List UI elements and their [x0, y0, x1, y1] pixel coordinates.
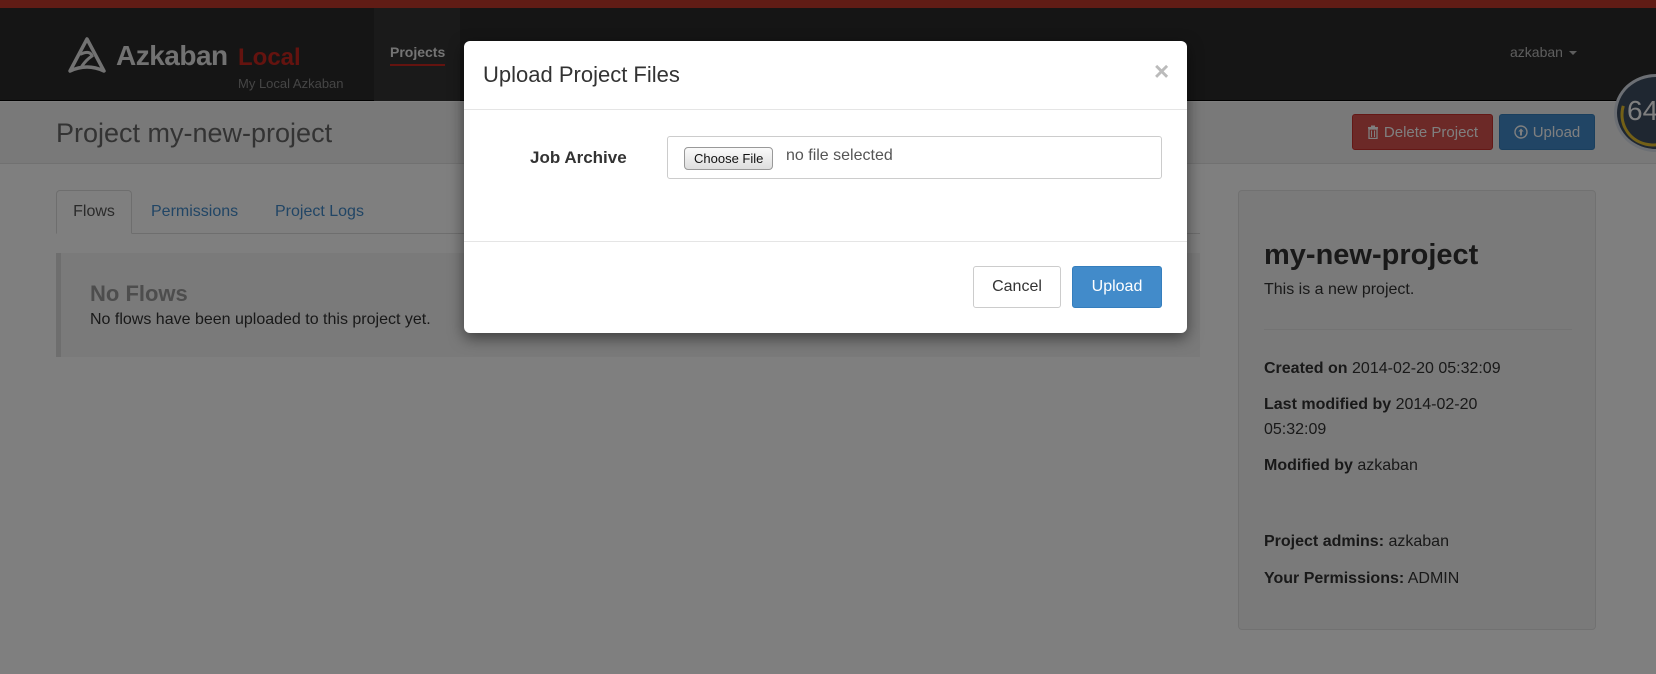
- modal-upload-button[interactable]: Upload: [1072, 266, 1162, 308]
- job-archive-label: Job Archive: [530, 148, 627, 167]
- cancel-button[interactable]: Cancel: [973, 266, 1061, 308]
- modal-body: Job Archive Choose File no file selected: [464, 110, 1187, 241]
- modal-footer: Cancel Upload: [464, 241, 1187, 333]
- close-icon[interactable]: ×: [1154, 56, 1169, 87]
- modal-title: Upload Project Files: [483, 62, 680, 87]
- choose-file-button[interactable]: Choose File: [684, 147, 774, 170]
- job-archive-file-input[interactable]: Choose File no file selected: [667, 136, 1162, 179]
- upload-project-files-dialog: Upload Project Files × Job Archive Choos…: [464, 41, 1187, 333]
- file-status-text: no file selected: [786, 147, 893, 164]
- modal-header: Upload Project Files ×: [464, 41, 1187, 110]
